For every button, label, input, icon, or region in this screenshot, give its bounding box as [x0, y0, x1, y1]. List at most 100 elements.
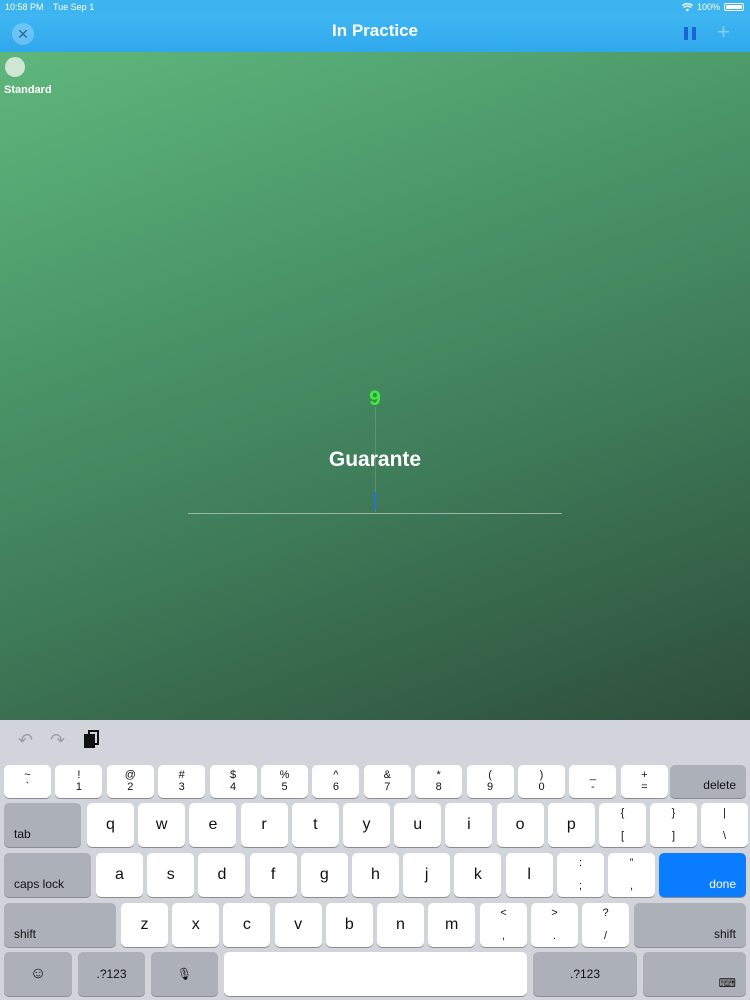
key-v[interactable]: v: [274, 903, 322, 947]
key-x[interactable]: x: [172, 903, 220, 947]
shift-right-key[interactable]: shift: [634, 903, 746, 947]
key-p[interactable]: p: [547, 803, 595, 847]
redo-icon[interactable]: ↷: [50, 730, 65, 751]
key-shift-char: @: [124, 769, 136, 781]
key-`[interactable]: ~ `: [4, 765, 51, 798]
paste-icon[interactable]: [84, 730, 99, 748]
key-s[interactable]: s: [147, 853, 195, 897]
tab-key[interactable]: tab: [4, 803, 81, 847]
tab-key-label: tab: [14, 827, 31, 841]
key-char: d: [217, 866, 227, 883]
caps-lock-key[interactable]: caps lock: [4, 853, 91, 897]
key-punct-1[interactable]: ”,: [608, 853, 655, 897]
key-8[interactable]: * 8: [415, 765, 463, 798]
key-a[interactable]: a: [96, 853, 143, 897]
key-punct-0[interactable]: :;: [557, 853, 604, 897]
key-i[interactable]: i: [445, 803, 493, 847]
key-angle-1[interactable]: >.: [531, 903, 578, 947]
done-key[interactable]: done: [659, 853, 746, 897]
key-b[interactable]: b: [325, 903, 373, 947]
caps-lock-label: caps lock: [14, 877, 65, 891]
key-char: b: [344, 916, 354, 933]
numbers-key-right[interactable]: .?123: [533, 952, 637, 996]
key-t[interactable]: t: [291, 803, 339, 847]
key-char: z: [140, 916, 149, 933]
key-shift-char: ”: [629, 857, 634, 869]
dictation-key[interactable]: 🎙: [151, 952, 218, 996]
key-g[interactable]: g: [300, 853, 348, 897]
key-z[interactable]: z: [121, 903, 168, 947]
key-char: [: [620, 830, 625, 842]
key-f[interactable]: f: [249, 853, 297, 897]
key-char: y: [362, 816, 371, 833]
key-u[interactable]: u: [394, 803, 442, 847]
key-char: w: [155, 816, 168, 833]
key-d[interactable]: d: [198, 853, 246, 897]
key-n[interactable]: n: [377, 903, 424, 947]
key-7[interactable]: & 7: [363, 765, 411, 798]
key-char: -: [591, 781, 595, 793]
add-button[interactable]: +: [717, 19, 730, 45]
key-char: e: [208, 816, 218, 833]
key-r[interactable]: r: [240, 803, 288, 847]
status-bar: 10:58 PM Tue Sep 1 100%: [0, 0, 750, 14]
delete-key[interactable]: delete: [670, 765, 746, 798]
key-c[interactable]: c: [223, 903, 271, 947]
key-y[interactable]: y: [343, 803, 390, 847]
shift-left-key[interactable]: shift: [4, 903, 116, 947]
key-[[interactable]: {[: [599, 803, 646, 847]
navigation-bar: ✕ In Practice +: [0, 14, 750, 52]
key-m[interactable]: m: [428, 903, 476, 947]
key-char: 1: [75, 781, 82, 793]
status-time: 10:58 PM: [5, 2, 44, 12]
key--[interactable]: _ -: [569, 765, 617, 798]
key-char: m: [445, 916, 459, 933]
key-][interactable]: }]: [650, 803, 697, 847]
practice-word: Guarante: [328, 448, 422, 471]
key-char: `: [25, 781, 30, 793]
key-char: s: [166, 866, 175, 883]
key-6[interactable]: ^ 6: [312, 765, 360, 798]
key-=[interactable]: + =: [620, 765, 668, 798]
key-4[interactable]: $4: [209, 765, 257, 798]
hide-keyboard-key[interactable]: ⌨: [643, 952, 746, 996]
key-angle-2[interactable]: ? /: [582, 903, 629, 947]
key-char: t: [313, 816, 318, 833]
key-q[interactable]: q: [87, 803, 134, 847]
numbers-key-label: .?123: [96, 967, 127, 981]
answer-input[interactable]: [188, 513, 562, 514]
key-l[interactable]: l: [505, 853, 553, 897]
key-e[interactable]: e: [189, 803, 237, 847]
key-shift-char: (: [488, 769, 492, 781]
key-9[interactable]: (9: [466, 765, 514, 798]
mode-indicator-icon[interactable]: [5, 57, 25, 77]
numbers-key-left[interactable]: .?123: [78, 952, 145, 996]
battery-percent: 100%: [696, 2, 720, 12]
pause-button[interactable]: [684, 27, 697, 40]
space-bar[interactable]: [224, 952, 527, 996]
undo-icon[interactable]: ↶: [18, 730, 33, 751]
key-char: 7: [384, 781, 391, 793]
key-angle-0[interactable]: <,: [480, 903, 527, 947]
key-char: r: [261, 816, 267, 833]
key-shift-char: %: [279, 769, 290, 781]
key-0[interactable]: ) 0: [518, 765, 565, 798]
shift-key-label: shift: [713, 927, 736, 941]
key-shift-char: }: [671, 807, 676, 819]
key-char: n: [396, 916, 405, 933]
key-h[interactable]: h: [352, 853, 399, 897]
key-3[interactable]: #3: [158, 765, 206, 798]
key-w[interactable]: w: [138, 803, 186, 847]
key-char: g: [319, 866, 329, 883]
emoji-key[interactable]: ☺: [4, 952, 72, 996]
key-2[interactable]: @2: [106, 765, 154, 798]
key-char: \: [722, 830, 727, 842]
key-\[interactable]: | \: [701, 803, 748, 847]
keyboard-shortcut-bar: ↶ ↷: [0, 720, 750, 760]
key-5[interactable]: % 5: [261, 765, 308, 798]
key-1[interactable]: ! 1: [55, 765, 103, 798]
key-j[interactable]: j: [403, 853, 451, 897]
key-o[interactable]: o: [496, 803, 544, 847]
key-k[interactable]: k: [454, 853, 502, 897]
status-right: 100%: [681, 2, 744, 12]
